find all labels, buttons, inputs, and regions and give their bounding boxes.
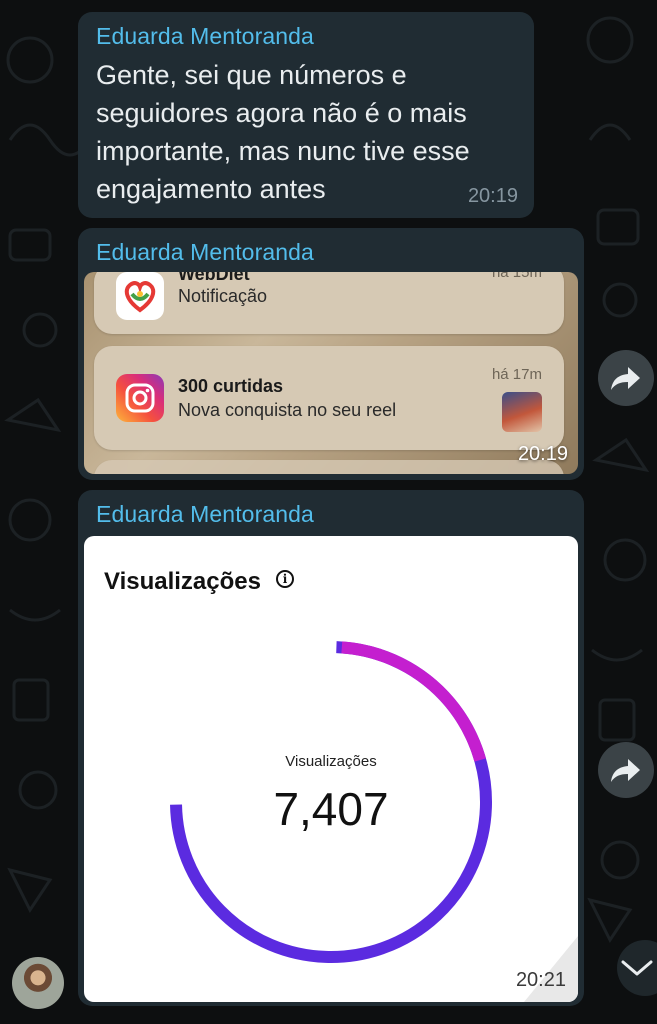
sender-name: Eduarda Mentoranda bbox=[96, 239, 314, 265]
notification-app-name: WebDiet bbox=[178, 272, 250, 284]
forward-button[interactable] bbox=[598, 742, 654, 798]
forward-arrow-icon bbox=[611, 367, 640, 390]
scroll-to-bottom-button[interactable] bbox=[617, 940, 657, 996]
notification-card: 300 curtidas Nova conquista no seu reel … bbox=[94, 346, 564, 450]
notification-screenshot-image[interactable]: WebDiet Notificação há 15m 300 curtidas … bbox=[84, 272, 578, 474]
notification-body: Nova conquista no seu reel bbox=[178, 400, 397, 420]
forward-button[interactable] bbox=[598, 350, 654, 406]
notification-app-name: 300 curtidas bbox=[178, 376, 284, 396]
sender-avatar[interactable] bbox=[12, 957, 64, 1009]
message-bubble[interactable]: Eduarda Mentoranda Gente, sei que número… bbox=[78, 12, 534, 218]
sender-name: Eduarda Mentoranda bbox=[96, 23, 314, 49]
notification-time-ago: há 15m bbox=[491, 272, 542, 281]
message-text: Gente, sei que números e seguidores agor… bbox=[96, 60, 470, 204]
forward-arrow-icon bbox=[611, 759, 640, 782]
donut-center-label: Visualizações bbox=[285, 753, 377, 770]
message-bubble[interactable]: Eduarda Mentoranda WebDiet Notificação h… bbox=[78, 228, 584, 480]
notification-time-ago: há 17m bbox=[491, 366, 542, 383]
reel-thumbnail bbox=[502, 392, 542, 432]
message-time: 20:19 bbox=[467, 185, 518, 207]
notification-card-partial bbox=[94, 460, 564, 474]
message-time: 20:21 bbox=[515, 969, 566, 991]
instagram-app-icon bbox=[116, 374, 164, 422]
insights-screenshot-image[interactable]: Visualizações i Visualizações 7,407 20:2… bbox=[84, 536, 578, 1002]
chevron-down-icon bbox=[621, 960, 653, 976]
webdiet-app-icon bbox=[116, 272, 164, 320]
notification-body: Notificação bbox=[178, 286, 268, 306]
message-time: 20:19 bbox=[517, 443, 568, 465]
donut-center-value: 7,407 bbox=[273, 783, 389, 835]
message-bubble[interactable]: Eduarda Mentoranda Visualizações i Visua… bbox=[78, 490, 584, 1006]
sender-name: Eduarda Mentoranda bbox=[96, 501, 314, 527]
notification-card: WebDiet Notificação há 15m bbox=[94, 272, 564, 334]
